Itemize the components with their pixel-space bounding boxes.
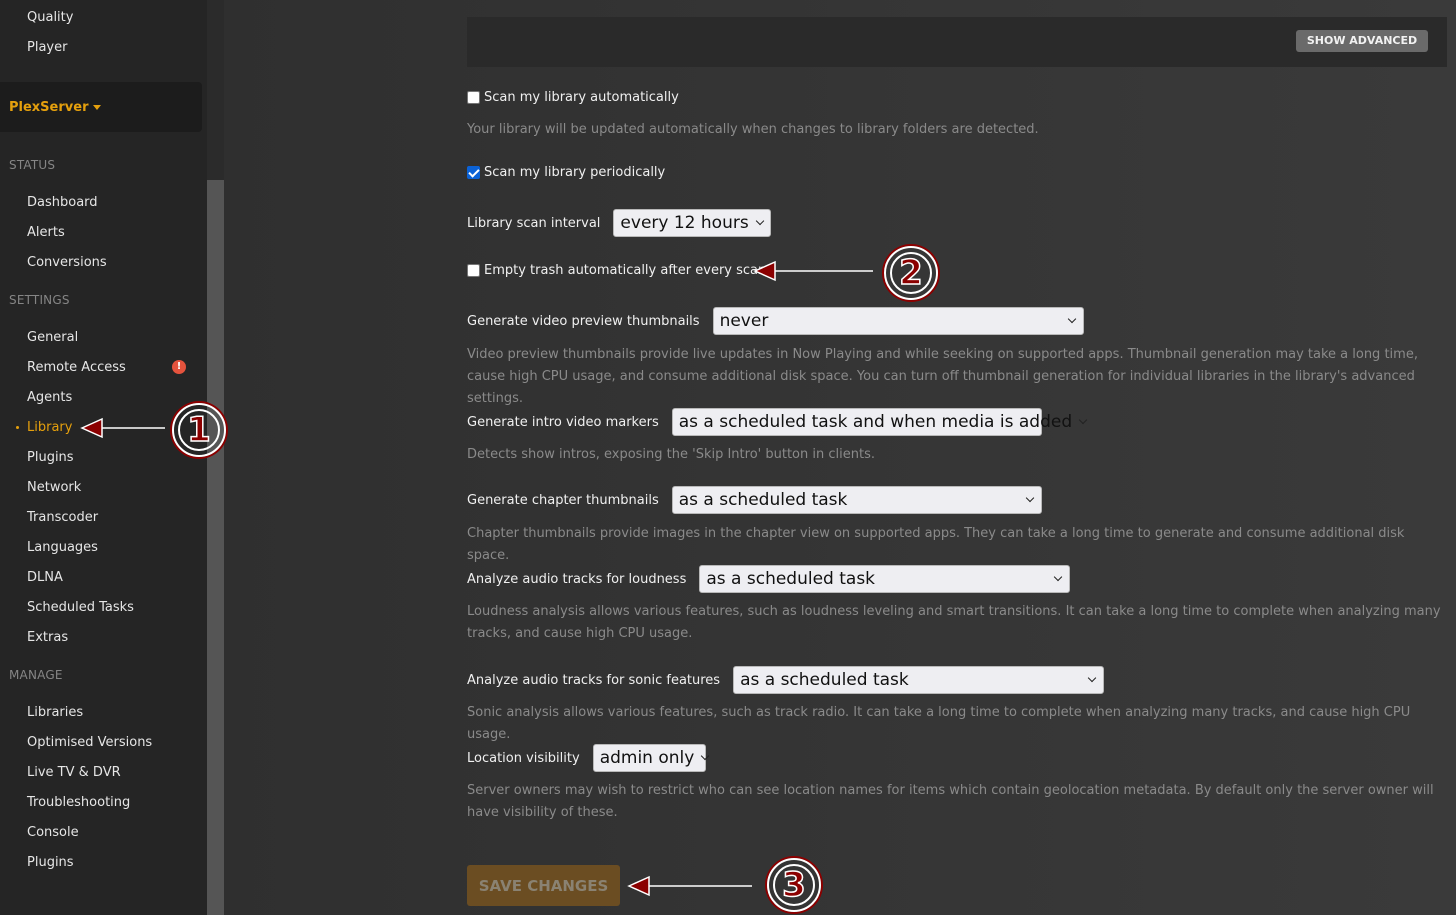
sidebar-item-extras[interactable]: Extras <box>27 630 68 646</box>
intro-markers-value: as a scheduled task and when media is ad… <box>678 412 1073 432</box>
intro-markers-help: Detects show intros, exposing the 'Skip … <box>467 447 875 462</box>
sidebar-item-network[interactable]: Network <box>27 480 81 496</box>
server-name: PlexServer <box>9 99 89 115</box>
video-preview-select[interactable]: never <box>712 307 1084 335</box>
sidebar-item-dashboard[interactable]: Dashboard <box>27 195 98 211</box>
sonic-label: Analyze audio tracks for sonic features <box>467 672 721 688</box>
show-advanced-button[interactable]: SHOW ADVANCED <box>1296 30 1428 52</box>
scan-periodic-checkbox[interactable] <box>467 166 480 179</box>
loudness-select[interactable]: as a scheduled task <box>699 565 1071 593</box>
scan-periodic-row: Scan my library periodically <box>467 165 665 180</box>
intro-markers-row: Generate intro video markers as a schedu… <box>467 408 1088 436</box>
sidebar-item-general[interactable]: General <box>27 330 78 346</box>
scan-auto-label: Scan my library automatically <box>484 90 679 105</box>
location-label: Location visibility <box>467 750 580 766</box>
sidebar-item-remote-access[interactable]: Remote Access <box>27 360 126 376</box>
scan-auto-row: Scan my library automatically <box>467 90 679 105</box>
section-header-manage: MANAGE <box>9 668 63 682</box>
sidebar-item-languages[interactable]: Languages <box>27 540 98 556</box>
sonic-help: Sonic analysis allows various features, … <box>467 705 1411 742</box>
scan-interval-label: Library scan interval <box>467 215 601 231</box>
sidebar-item-conversions[interactable]: Conversions <box>27 255 107 271</box>
empty-trash-row: Empty trash automatically after every sc… <box>467 263 766 278</box>
section-header-settings: SETTINGS <box>9 293 70 307</box>
sonic-select[interactable]: as a scheduled task <box>733 666 1105 694</box>
server-selector[interactable]: PlexServer <box>0 82 202 132</box>
video-preview-value: never <box>719 311 769 331</box>
chapter-thumbs-label: Generate chapter thumbnails <box>467 492 659 508</box>
chevron-down-icon <box>1025 493 1034 503</box>
scan-periodic-label: Scan my library periodically <box>484 165 666 180</box>
chevron-down-icon <box>1067 314 1076 324</box>
sidebar-item-live-tv-dvr[interactable]: Live TV & DVR <box>27 765 121 781</box>
loudness-label: Analyze audio tracks for loudness <box>467 571 687 587</box>
caret-down-icon <box>93 104 102 110</box>
section-header-status: STATUS <box>9 158 56 172</box>
sidebar-item-transcoder[interactable]: Transcoder <box>27 510 98 526</box>
active-indicator-icon <box>16 426 19 429</box>
chevron-down-icon <box>755 216 764 226</box>
sidebar-item-libraries[interactable]: Libraries <box>27 705 83 721</box>
location-row: Location visibility admin only <box>467 744 710 772</box>
chevron-down-icon <box>1087 673 1097 683</box>
annotation-number-1: 1 <box>172 403 226 457</box>
sidebar-item-library[interactable]: Library <box>27 420 72 436</box>
sonic-value: as a scheduled task <box>740 670 909 690</box>
sidebar-scrollbar-thumb[interactable] <box>207 180 224 915</box>
chapter-thumbs-row: Generate chapter thumbnails as a schedul… <box>467 486 1042 514</box>
location-help: Server owners may wish to restrict who c… <box>467 783 1434 820</box>
video-preview-help: Video preview thumbnails provide live up… <box>467 347 1418 406</box>
chapter-thumbs-help: Chapter thumbnails provide images in the… <box>467 526 1405 563</box>
location-select[interactable]: admin only <box>592 744 710 772</box>
chapter-thumbs-select[interactable]: as a scheduled task <box>671 486 1042 514</box>
sidebar-item-scheduled-tasks[interactable]: Scheduled Tasks <box>27 600 134 616</box>
sidebar-item-player[interactable]: Player <box>27 40 67 56</box>
save-changes-button[interactable]: SAVE CHANGES <box>467 865 620 906</box>
scan-auto-help: Your library will be updated automatical… <box>467 122 1039 137</box>
empty-trash-checkbox[interactable] <box>467 264 480 277</box>
sidebar-item-troubleshooting[interactable]: Troubleshooting <box>27 795 130 811</box>
scan-interval-row: Library scan interval every 12 hours <box>467 209 772 237</box>
sidebar-item-optimised-versions[interactable]: Optimised Versions <box>27 735 152 751</box>
loudness-value: as a scheduled task <box>706 569 876 589</box>
loudness-help: Loudness analysis allows various feature… <box>467 604 1441 641</box>
loudness-row: Analyze audio tracks for loudness as a s… <box>467 565 1071 593</box>
sidebar-item-console[interactable]: Console <box>27 825 79 841</box>
warning-icon: ! <box>172 360 186 374</box>
annotation-number-3: 3 <box>767 858 821 912</box>
scan-interval-value: every 12 hours <box>620 213 749 233</box>
video-preview-row: Generate video preview thumbnails never <box>467 307 1084 335</box>
sonic-row: Analyze audio tracks for sonic features … <box>467 666 1105 694</box>
chevron-down-icon <box>1054 572 1063 582</box>
sidebar-item-plugins[interactable]: Plugins <box>27 450 74 466</box>
annotation-arrow-3 <box>627 875 752 897</box>
annotation-arrow-1 <box>80 417 165 439</box>
location-value: admin only <box>599 748 695 768</box>
intro-markers-label: Generate intro video markers <box>467 414 659 430</box>
sidebar-item-alerts[interactable]: Alerts <box>27 225 65 241</box>
empty-trash-label: Empty trash automatically after every sc… <box>484 263 767 278</box>
video-preview-label: Generate video preview thumbnails <box>467 313 700 329</box>
annotation-arrow-2 <box>753 260 873 282</box>
sidebar-item-dlna[interactable]: DLNA <box>27 570 63 586</box>
sidebar-item-agents[interactable]: Agents <box>27 390 72 406</box>
chapter-thumbs-value: as a scheduled task <box>678 490 848 510</box>
sidebar-item-plugins-manage[interactable]: Plugins <box>27 855 74 871</box>
scan-interval-select[interactable]: every 12 hours <box>613 209 772 237</box>
annotation-number-2: 2 <box>884 246 938 300</box>
intro-markers-select[interactable]: as a scheduled task and when media is ad… <box>671 408 1088 436</box>
sidebar: Quality Player PlexServer STATUS Dashboa… <box>0 0 207 915</box>
sidebar-item-quality[interactable]: Quality <box>27 10 73 26</box>
scan-auto-checkbox[interactable] <box>467 91 480 104</box>
